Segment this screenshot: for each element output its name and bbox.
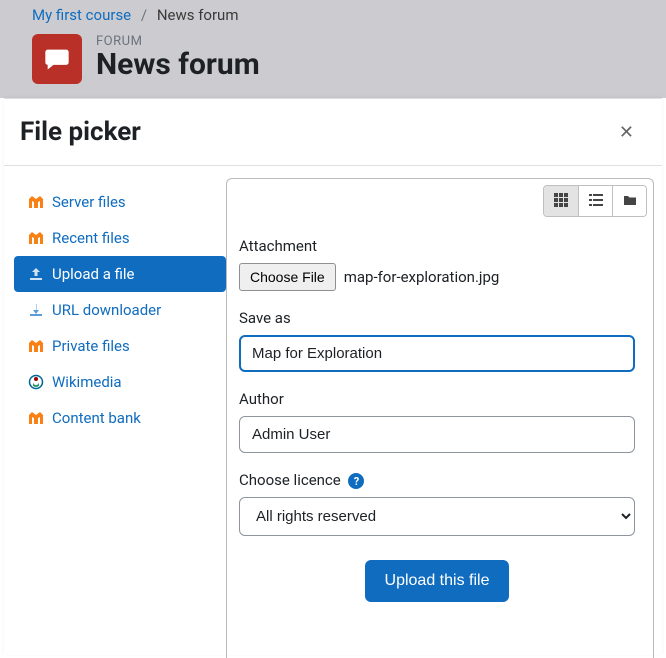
repo-content-bank[interactable]: Content bank: [14, 400, 226, 436]
choose-file-button[interactable]: Choose File: [239, 263, 336, 291]
grid-icon: [554, 193, 568, 210]
repo-label: Content bank: [52, 409, 141, 427]
page-title: News forum: [96, 49, 260, 81]
repo-label: Recent files: [52, 229, 130, 247]
repo-private-files[interactable]: Private files: [14, 328, 226, 364]
dialog-title: File picker: [20, 117, 141, 147]
moodle-icon: [28, 194, 44, 210]
breadcrumb: My first course / News forum: [32, 6, 666, 24]
forum-icon: [32, 34, 82, 84]
licence-label: Choose licence ?: [239, 471, 635, 489]
file-picker-dialog: File picker ✕ Server files Recent files …: [4, 98, 662, 655]
repo-label: Private files: [52, 337, 130, 355]
repository-list: Server files Recent files Upload a file …: [14, 178, 226, 658]
upload-form: Attachment Choose File map-for-explorati…: [227, 179, 653, 622]
repo-label: Wikimedia: [52, 373, 122, 391]
repo-url-downloader[interactable]: URL downloader: [14, 292, 226, 328]
main-panel: Attachment Choose File map-for-explorati…: [226, 178, 654, 658]
moodle-icon: [28, 230, 44, 246]
upload-button[interactable]: Upload this file: [365, 560, 510, 602]
repo-label: Upload a file: [52, 265, 135, 283]
close-icon: ✕: [619, 122, 634, 142]
upload-icon: [28, 266, 44, 282]
page-background: My first course / News forum FORUM News …: [0, 0, 666, 98]
view-list-button[interactable]: [578, 186, 612, 216]
folder-icon: [623, 193, 637, 210]
repo-label: Server files: [52, 193, 126, 211]
close-button[interactable]: ✕: [613, 118, 640, 147]
saveas-input[interactable]: [239, 335, 635, 372]
dialog-header: File picker ✕: [4, 99, 662, 166]
moodle-icon: [28, 338, 44, 354]
wikimedia-icon: [28, 374, 44, 390]
attachment-label: Attachment: [239, 237, 635, 255]
chosen-filename: map-for-exploration.jpg: [344, 268, 500, 286]
repo-wikimedia[interactable]: Wikimedia: [14, 364, 226, 400]
moodle-icon: [28, 410, 44, 426]
repo-server-files[interactable]: Server files: [14, 184, 226, 220]
view-toolbar: [543, 185, 647, 217]
download-icon: [28, 302, 44, 318]
repo-label: URL downloader: [52, 301, 161, 319]
help-icon[interactable]: ?: [348, 473, 364, 489]
repo-upload-file[interactable]: Upload a file: [14, 256, 226, 292]
view-icons-button[interactable]: [544, 186, 578, 216]
breadcrumb-separator: /: [141, 6, 147, 24]
view-tree-button[interactable]: [612, 186, 646, 216]
list-icon: [589, 193, 603, 210]
author-input[interactable]: [239, 416, 635, 453]
breadcrumb-course-link[interactable]: My first course: [32, 6, 131, 24]
breadcrumb-current: News forum: [157, 6, 239, 24]
forum-header: FORUM News forum: [32, 34, 666, 84]
saveas-label: Save as: [239, 309, 635, 327]
repo-recent-files[interactable]: Recent files: [14, 220, 226, 256]
author-label: Author: [239, 390, 635, 408]
licence-select[interactable]: All rights reserved: [239, 497, 635, 536]
